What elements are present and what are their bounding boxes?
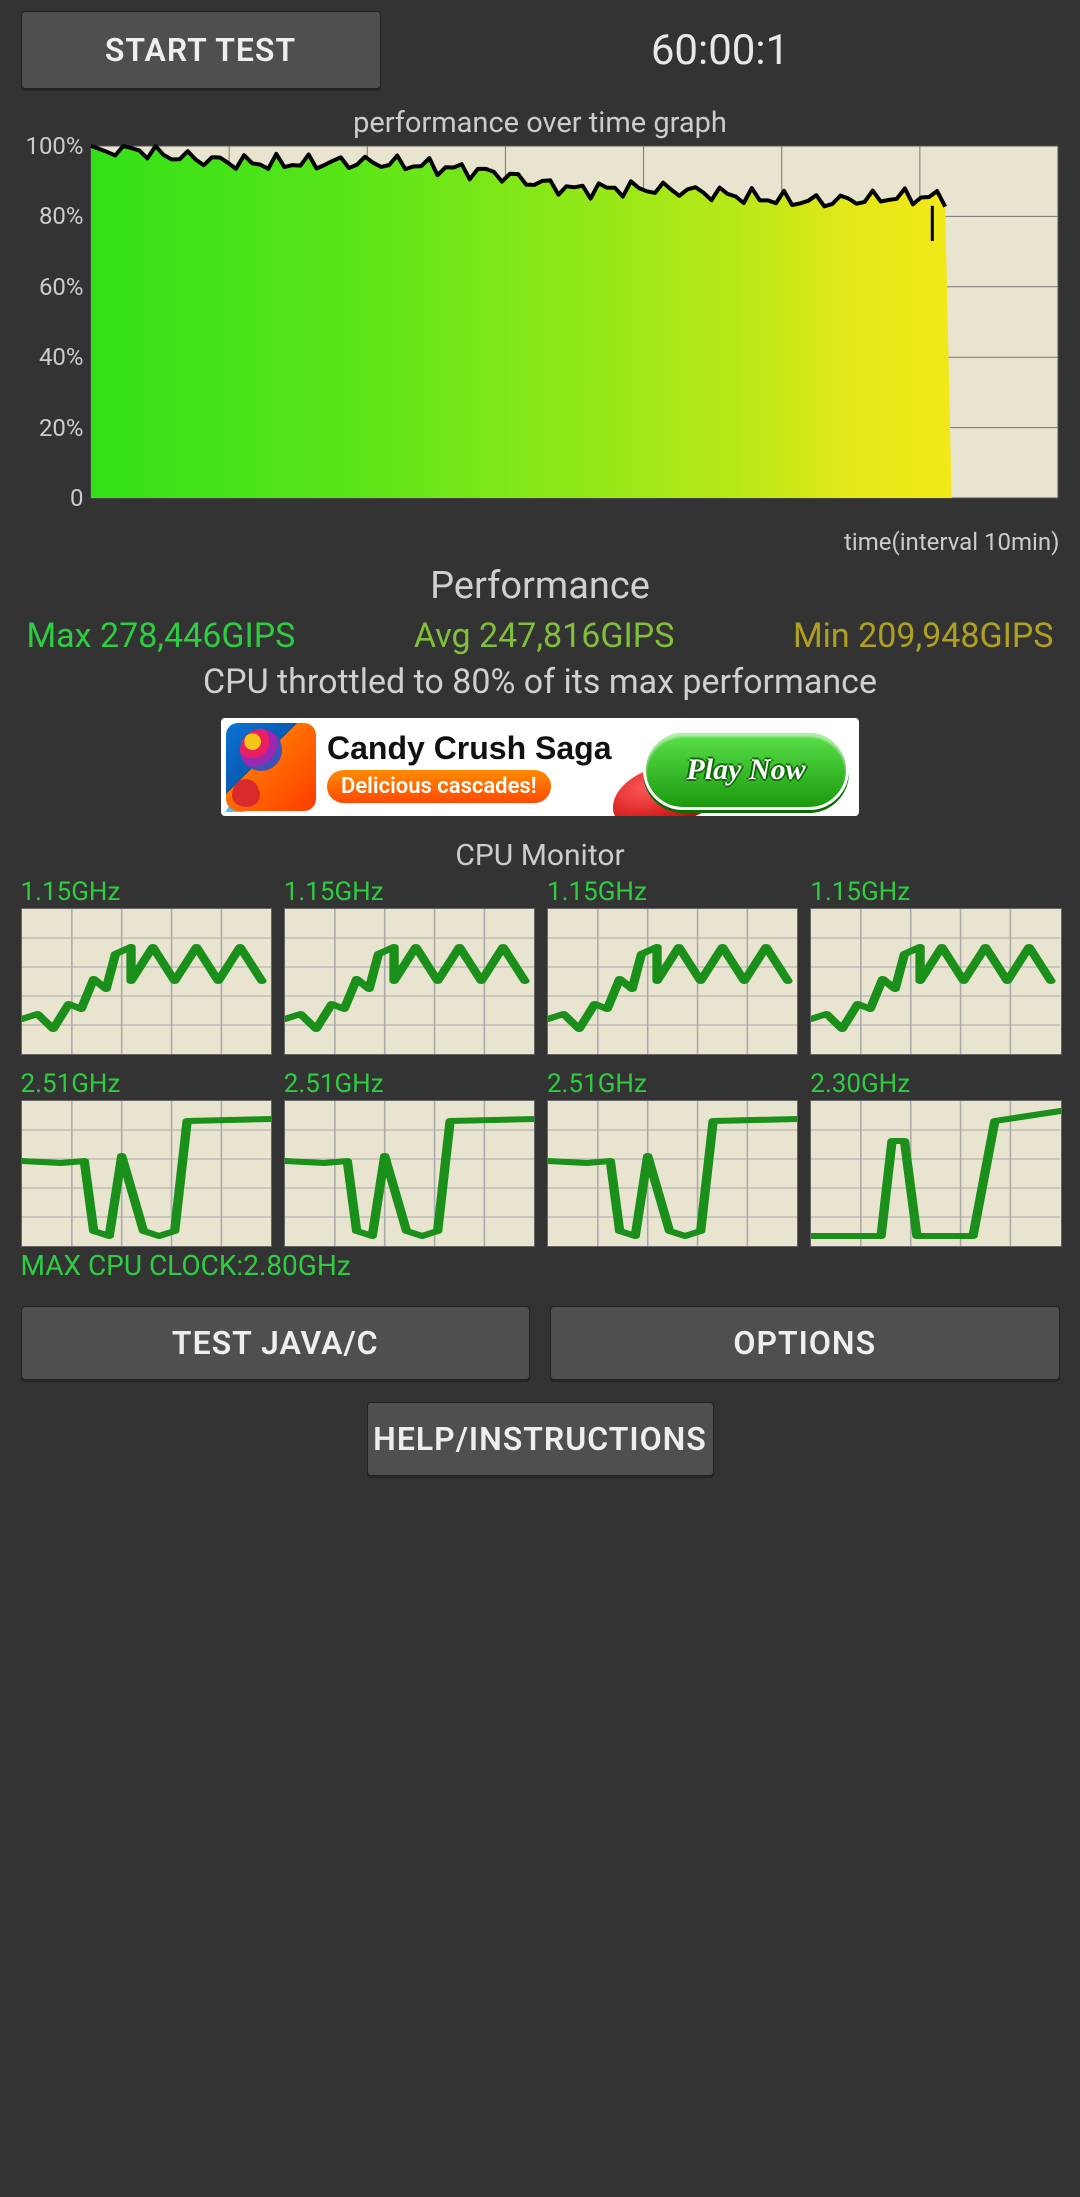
performance-heading: Performance xyxy=(21,564,1060,608)
ad-banner[interactable]: Candy Crush Saga Delicious cascades! Pla… xyxy=(221,718,859,816)
cpu-core-freq-label: 2.51GHz xyxy=(547,1069,796,1099)
ad-app-icon xyxy=(226,723,316,811)
cpu-core-plot xyxy=(810,908,1061,1055)
ad-title: Candy Crush Saga xyxy=(327,732,612,764)
cpu-core-freq-label: 1.15GHz xyxy=(21,877,270,907)
cpu-core-5: 2.51GHz xyxy=(284,1069,533,1247)
start-test-button[interactable]: START TEST xyxy=(21,11,381,89)
cpu-core-plot xyxy=(284,1100,535,1247)
cpu-core-2: 1.15GHz xyxy=(547,877,796,1055)
cpu-core-1: 1.15GHz xyxy=(284,877,533,1055)
cpu-core-6: 2.51GHz xyxy=(547,1069,796,1247)
cpu-core-7: 2.30GHz xyxy=(810,1069,1059,1247)
cpu-core-plot xyxy=(284,908,535,1055)
cpu-core-freq-label: 1.15GHz xyxy=(547,877,796,907)
cpu-core-freq-label: 2.51GHz xyxy=(284,1069,533,1099)
cpu-core-plot xyxy=(547,1100,798,1247)
ad-play-label: Play Now xyxy=(686,753,805,787)
ad-subtitle: Delicious cascades! xyxy=(327,770,551,803)
cpu-core-freq-label: 2.30GHz xyxy=(810,1069,1059,1099)
chart-y-tick: 100% xyxy=(25,132,83,160)
throttle-message: CPU throttled to 80% of its max performa… xyxy=(21,662,1060,702)
options-button[interactable]: OPTIONS xyxy=(550,1306,1060,1380)
cpu-monitor-title: CPU Monitor xyxy=(21,838,1060,873)
performance-stats: Max 278,446GIPS Avg 247,816GIPS Min 209,… xyxy=(27,616,1054,656)
chart-y-tick: 0 xyxy=(70,484,84,512)
cpu-core-freq-label: 2.51GHz xyxy=(21,1069,270,1099)
cpu-monitor-grid: 1.15GHz 1.15GHz 1.15GHz 1.15GHz 2.51GHz 2.51G… xyxy=(21,877,1060,1247)
performance-chart: 020%40%60%80%100% time(interval 10min) xyxy=(21,144,1060,524)
chart-y-tick: 40% xyxy=(39,343,84,371)
cpu-core-plot xyxy=(21,908,272,1055)
chart-y-tick: 80% xyxy=(39,202,84,230)
cpu-core-plot xyxy=(810,1100,1061,1247)
stat-max: Max 278,446GIPS xyxy=(27,616,296,656)
cpu-core-plot xyxy=(547,908,798,1055)
performance-chart-title: performance over time graph xyxy=(21,106,1060,140)
ad-play-button[interactable]: Play Now xyxy=(643,730,849,810)
max-cpu-clock: MAX CPU CLOCK:2.80GHz xyxy=(21,1249,1060,1282)
chart-x-axis-label: time(interval 10min) xyxy=(844,528,1059,556)
help-instructions-button[interactable]: HELP/INSTRUCTIONS xyxy=(367,1402,714,1476)
stat-avg: Avg 247,816GIPS xyxy=(414,616,675,656)
cpu-core-plot xyxy=(21,1100,272,1247)
cpu-core-freq-label: 1.15GHz xyxy=(284,877,533,907)
cpu-core-0: 1.15GHz xyxy=(21,877,270,1055)
cpu-core-3: 1.15GHz xyxy=(810,877,1059,1055)
chart-y-tick: 20% xyxy=(39,414,84,442)
cpu-core-4: 2.51GHz xyxy=(21,1069,270,1247)
stat-min: Min 209,948GIPS xyxy=(793,616,1054,656)
cpu-core-freq-label: 1.15GHz xyxy=(810,877,1059,907)
timer-display: 60:00:1 xyxy=(381,26,1060,75)
test-java-c-button[interactable]: TEST JAVA/C xyxy=(21,1306,531,1380)
chart-y-tick: 60% xyxy=(39,273,84,301)
